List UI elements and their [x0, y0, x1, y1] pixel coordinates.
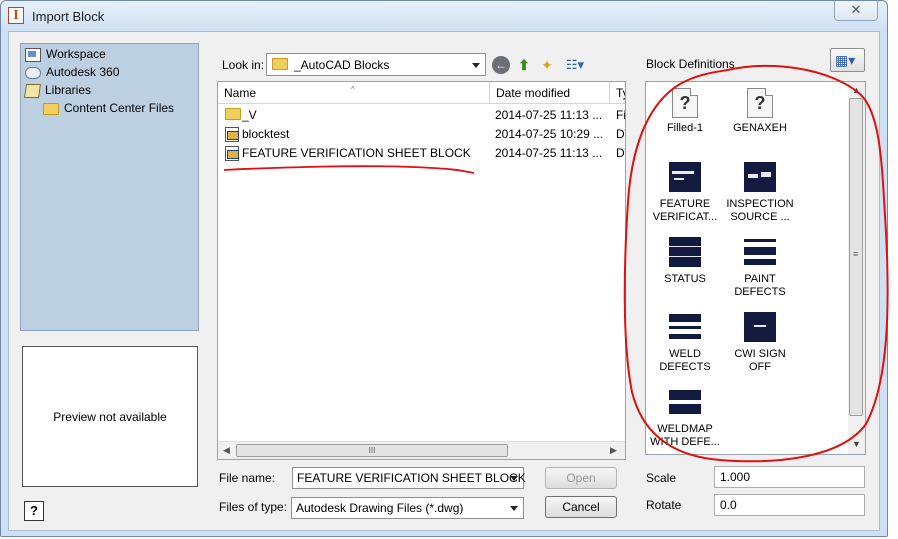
scroll-right-icon[interactable]: ▶: [610, 445, 617, 456]
column-header-label: Date modified: [496, 86, 571, 100]
place-label: Content Center Files: [64, 101, 175, 115]
cancel-button[interactable]: Cancel: [545, 496, 617, 518]
up-folder-icon[interactable]: ⬆: [515, 56, 533, 74]
inventor-app-icon: I: [8, 7, 24, 24]
folder-icon: [43, 102, 59, 115]
file-date: 2014-07-25 11:13 ...: [495, 108, 603, 122]
rotate-label: Rotate: [646, 498, 682, 512]
file-name: _V: [242, 108, 257, 122]
files-of-type-select[interactable]: Autodesk Drawing Files (*.dwg): [291, 497, 524, 519]
red-annotation-oval: [623, 64, 889, 463]
preview-pane: Preview not available: [22, 346, 198, 487]
horizontal-scrollbar[interactable]: ◀ III ▶: [218, 441, 625, 459]
column-header-label: Name: [224, 86, 257, 100]
open-button[interactable]: Open: [545, 467, 617, 489]
folder-icon: [272, 58, 288, 70]
place-autodesk-360[interactable]: Autodesk 360: [25, 63, 119, 81]
place-label: Autodesk 360: [46, 65, 120, 79]
new-folder-icon[interactable]: ✦: [538, 56, 556, 74]
red-annotation-underline: [223, 165, 475, 174]
folder-icon: [225, 108, 241, 120]
file-date: 2014-07-25 10:29 ...: [495, 127, 604, 141]
file-row[interactable]: blocktest 2014-07-25 10:29 ... D\: [218, 125, 625, 144]
window-title: Import Block: [32, 9, 105, 24]
file-name-label: File name:: [219, 471, 276, 485]
scroll-thumb[interactable]: III: [236, 444, 508, 457]
rotate-input[interactable]: 0.0: [714, 494, 865, 516]
workspace-icon: [25, 47, 41, 62]
preview-text: Preview not available: [53, 409, 167, 424]
file-list[interactable]: Name ^ Date modified Ty _V 2014-07-25 11…: [217, 81, 626, 460]
cloud-icon: [25, 66, 41, 79]
file-row[interactable]: _V 2014-07-25 11:13 ... Fi: [218, 106, 625, 125]
chevron-down-icon: [510, 476, 518, 481]
place-workspace[interactable]: Workspace: [25, 45, 106, 63]
file-name: blocktest: [242, 127, 290, 141]
back-icon[interactable]: ←: [492, 56, 510, 74]
scale-label: Scale: [646, 471, 677, 485]
look-in-value: _AutoCAD Blocks: [294, 58, 390, 72]
file-name-input[interactable]: FEATURE VERIFICATION SHEET BLOCK: [292, 467, 526, 489]
view-menu-icon[interactable]: ☷▾: [562, 56, 588, 74]
chevron-down-icon: [472, 63, 480, 68]
file-name: FEATURE VERIFICATION SHEET BLOCK: [242, 146, 471, 160]
dwg-file-icon: [225, 146, 239, 161]
file-row[interactable]: FEATURE VERIFICATION SHEET BLOCK 2014-07…: [218, 144, 625, 163]
library-icon: [24, 83, 41, 98]
look-in-dropdown[interactable]: _AutoCAD Blocks: [266, 53, 486, 76]
column-header-name[interactable]: Name ^: [218, 82, 490, 104]
close-button[interactable]: ✕: [834, 1, 878, 21]
chevron-down-icon: [510, 506, 518, 511]
place-libraries[interactable]: Libraries: [24, 81, 92, 99]
places-panel: Workspace Autodesk 360 Libraries Content…: [20, 43, 199, 331]
column-header-date[interactable]: Date modified: [490, 82, 610, 104]
sort-ascending-icon: ^: [351, 85, 355, 94]
scroll-left-icon[interactable]: ◀: [223, 445, 230, 456]
scale-input[interactable]: 1.000: [714, 466, 865, 488]
files-of-type-label: Files of type:: [219, 500, 288, 514]
dwg-file-icon: [225, 127, 239, 142]
file-date: 2014-07-25 11:13 ...: [495, 146, 603, 160]
place-label: Libraries: [45, 83, 92, 97]
place-content-center-files[interactable]: Content Center Files: [43, 99, 174, 117]
look-in-label: Look in:: [222, 58, 265, 72]
file-name-value: FEATURE VERIFICATION SHEET BLOCK: [297, 471, 526, 485]
title-bar[interactable]: [1, 1, 887, 31]
place-label: Workspace: [46, 47, 106, 61]
help-button[interactable]: ?: [24, 501, 44, 521]
files-of-type-value: Autodesk Drawing Files (*.dwg): [296, 501, 464, 515]
